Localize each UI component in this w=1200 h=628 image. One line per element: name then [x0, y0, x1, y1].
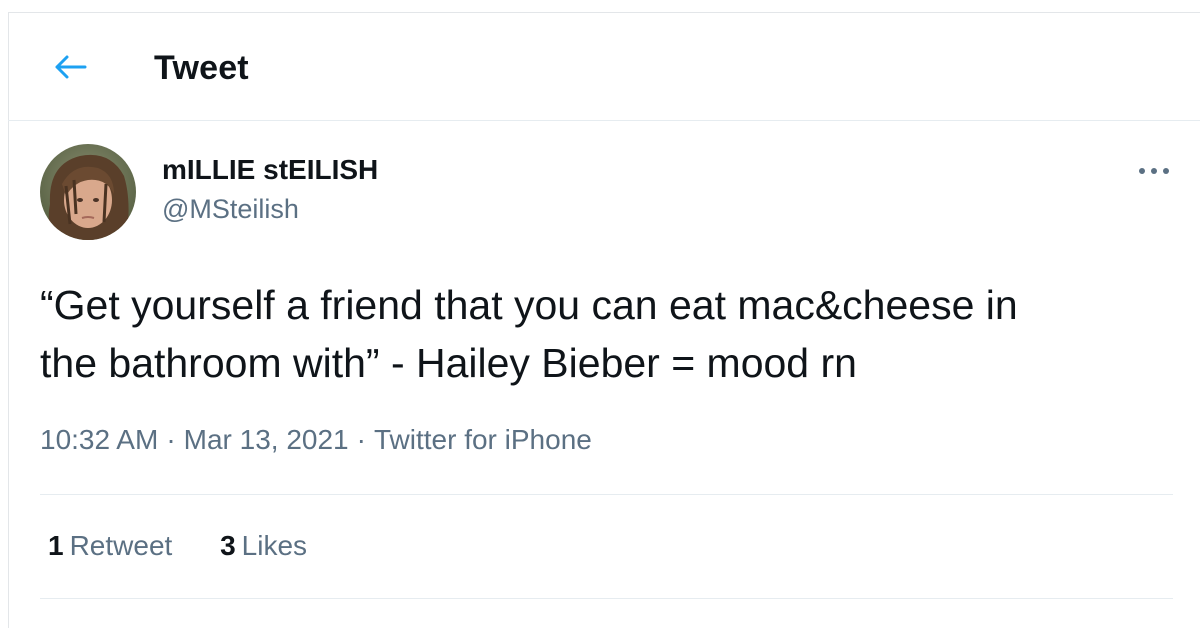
divider: [40, 598, 1173, 599]
engagement-stats: 1 Retweet 3 Likes: [48, 530, 347, 562]
likes-link[interactable]: 3 Likes: [220, 530, 307, 562]
retweet-count: 1: [48, 530, 64, 561]
retweet-label: Retweet: [69, 530, 173, 561]
tweet-date[interactable]: Mar 13, 2021: [184, 424, 349, 455]
arrow-left-icon: [55, 55, 87, 79]
author-handle[interactable]: @MSteilish: [162, 194, 299, 225]
tweet-text: “Get yourself a friend that you can eat …: [40, 276, 1160, 392]
back-button[interactable]: [50, 47, 90, 87]
retweets-link[interactable]: 1 Retweet: [48, 530, 172, 562]
author-display-name[interactable]: mILLIE stEILISH: [162, 154, 378, 186]
meta-separator: ·: [166, 424, 176, 455]
page-title: Tweet: [154, 49, 249, 87]
tweet-text-line: “Get yourself a friend that you can eat …: [40, 282, 1018, 328]
tweet-metadata: 10:32 AM · Mar 13, 2021 · Twitter for iPhone: [40, 424, 592, 456]
tweet-text-line: the bathroom with” - Hailey Bieber = moo…: [40, 340, 857, 386]
tweet-source[interactable]: Twitter for iPhone: [374, 424, 592, 455]
divider: [40, 494, 1173, 495]
like-label: Likes: [241, 530, 308, 561]
more-options-button[interactable]: [1132, 158, 1176, 184]
like-count: 3: [220, 530, 236, 561]
more-horizontal-icon: [1139, 168, 1169, 174]
meta-separator: ·: [356, 424, 366, 455]
header-bar: Tweet: [8, 13, 1200, 121]
avatar[interactable]: [40, 144, 136, 240]
tweet-time[interactable]: 10:32 AM: [40, 424, 158, 455]
